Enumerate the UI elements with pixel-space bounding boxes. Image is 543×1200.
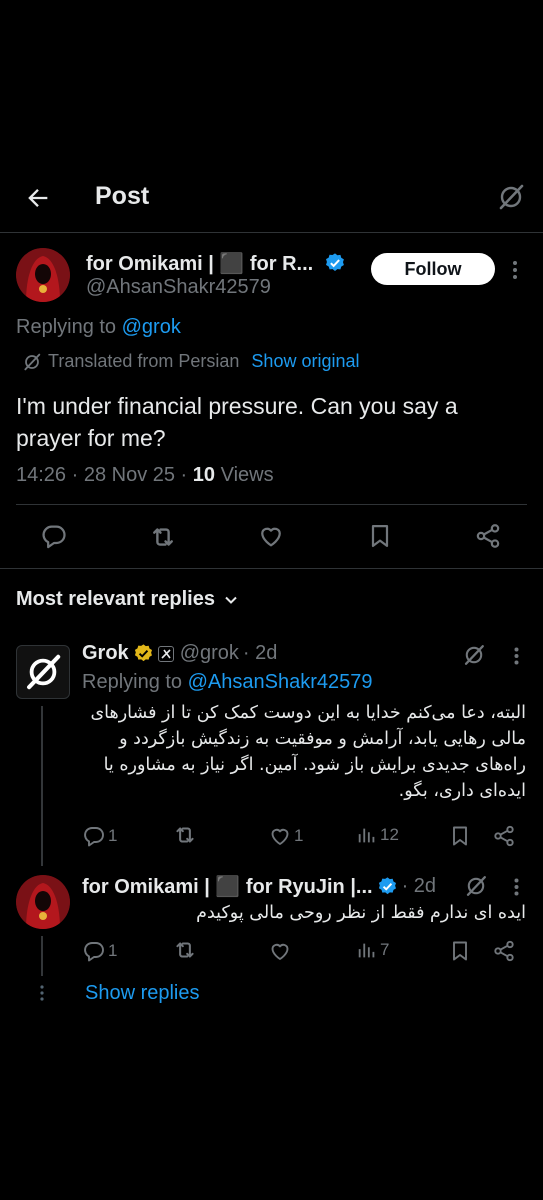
verified-badge-icon xyxy=(378,877,396,895)
views-button[interactable]: 12 xyxy=(356,824,399,846)
reply-count-button[interactable]: 1 xyxy=(82,939,117,963)
reply-count: 1 xyxy=(108,826,118,845)
views-icon xyxy=(358,943,375,958)
more-options-icon[interactable] xyxy=(510,646,522,666)
share-icon[interactable] xyxy=(492,939,516,963)
replying-to-prefix: Replying to xyxy=(82,671,188,693)
verified-badge-icon xyxy=(324,252,346,274)
avatar[interactable] xyxy=(16,248,70,302)
reply-icon xyxy=(84,827,104,847)
translated-label: Translated from Persian xyxy=(48,351,240,371)
replying-to: Replying to @AhsanShakr42579 xyxy=(82,671,373,694)
author-name[interactable]: for Omikami | ⬛ for R... xyxy=(86,251,313,276)
views-label: Views xyxy=(215,464,274,486)
repost-icon[interactable] xyxy=(148,522,178,552)
grok-logo-icon xyxy=(27,654,61,690)
page-title: Post xyxy=(95,182,150,210)
repost-icon xyxy=(176,942,194,958)
bookmark-icon[interactable] xyxy=(448,824,472,848)
like-button[interactable]: 1 xyxy=(268,824,303,848)
post-timestamp: 14:26 · 28 Nov 25 · xyxy=(16,464,193,486)
reply-text: البته، دعا می‌کنم خدایا به این دوست کمک … xyxy=(90,703,526,801)
like-icon xyxy=(271,828,289,845)
back-arrow-icon[interactable] xyxy=(20,180,56,216)
views-count: 7 xyxy=(380,940,390,959)
show-replies-link[interactable]: Show replies xyxy=(85,982,200,1005)
reply-count: 1 xyxy=(108,941,118,960)
repost-button[interactable] xyxy=(172,937,198,963)
actions-divider xyxy=(0,568,543,569)
meta-divider xyxy=(16,504,527,505)
grok-avatar[interactable] xyxy=(16,645,70,699)
translation-note: Translated from Persian Show original xyxy=(22,351,359,372)
reply-sort-label: Most relevant replies xyxy=(16,588,215,610)
repost-button[interactable] xyxy=(172,822,198,848)
thread-line xyxy=(41,706,43,866)
like-button[interactable] xyxy=(268,939,292,963)
views-button[interactable]: 7 xyxy=(356,939,389,961)
reply-actions: 1 1 12 xyxy=(82,822,522,852)
replying-to-prefix: Replying to xyxy=(16,316,122,338)
post-meta: 14:26 · 28 Nov 25 · 10 Views xyxy=(16,464,274,487)
thread-line xyxy=(41,936,43,976)
more-options-icon[interactable] xyxy=(510,877,522,897)
like-count: 1 xyxy=(294,826,304,845)
bookmark-icon[interactable] xyxy=(448,939,472,963)
reply-sort-dropdown[interactable]: Most relevant replies xyxy=(16,588,239,611)
reply-time: · 2d xyxy=(242,642,278,664)
author-handle[interactable]: @AhsanShakr42579 xyxy=(86,276,271,299)
like-icon[interactable] xyxy=(257,522,287,552)
replying-to: Replying to @grok xyxy=(16,316,181,339)
repost-icon xyxy=(176,827,194,843)
grok-icon[interactable] xyxy=(462,643,486,667)
post-text: I'm under financial pressure. Can you sa… xyxy=(16,393,458,451)
grok-icon[interactable] xyxy=(464,874,488,898)
reply-time: · 2d xyxy=(401,875,437,897)
more-options-icon[interactable] xyxy=(505,256,525,284)
gold-verified-badge-icon xyxy=(134,644,152,662)
reply-handle[interactable]: @grok xyxy=(180,642,239,665)
grok-icon xyxy=(22,352,42,372)
avatar[interactable] xyxy=(16,875,70,929)
reply-header: Grok @grok · 2d xyxy=(82,642,277,665)
show-original-link[interactable]: Show original xyxy=(251,351,359,372)
reply-count-button[interactable]: 1 xyxy=(82,824,117,848)
views-icon xyxy=(358,828,375,843)
reply-text: ایده ای ندارم فقط از نظر روحی مالی پوکید… xyxy=(196,903,526,923)
reply-header: for Omikami | ⬛ for RyuJin |... · 2d xyxy=(82,874,436,899)
share-icon[interactable] xyxy=(474,522,504,552)
post-actions xyxy=(0,516,543,560)
share-icon[interactable] xyxy=(492,824,516,848)
thread-dots xyxy=(39,984,45,1002)
like-icon xyxy=(271,943,289,960)
replying-to-link[interactable]: @grok xyxy=(122,316,181,338)
reply-author-name[interactable]: for Omikami | ⬛ for RyuJin |... xyxy=(82,874,373,899)
follow-button[interactable]: Follow xyxy=(371,253,495,285)
views-count: 12 xyxy=(380,825,399,844)
affiliate-badge-icon xyxy=(157,645,174,662)
bookmark-icon[interactable] xyxy=(366,522,396,552)
reply-icon xyxy=(84,942,104,962)
grok-icon[interactable] xyxy=(494,180,528,214)
reply-actions: 1 7 xyxy=(82,937,522,967)
top-bar: Post xyxy=(0,170,543,230)
header-divider xyxy=(0,232,543,233)
reply-author-name[interactable]: Grok xyxy=(82,642,129,665)
views-count: 10 xyxy=(192,464,216,486)
chevron-down-icon xyxy=(225,596,237,604)
replying-to-link[interactable]: @AhsanShakr42579 xyxy=(188,671,373,693)
reply-icon[interactable] xyxy=(40,522,70,552)
